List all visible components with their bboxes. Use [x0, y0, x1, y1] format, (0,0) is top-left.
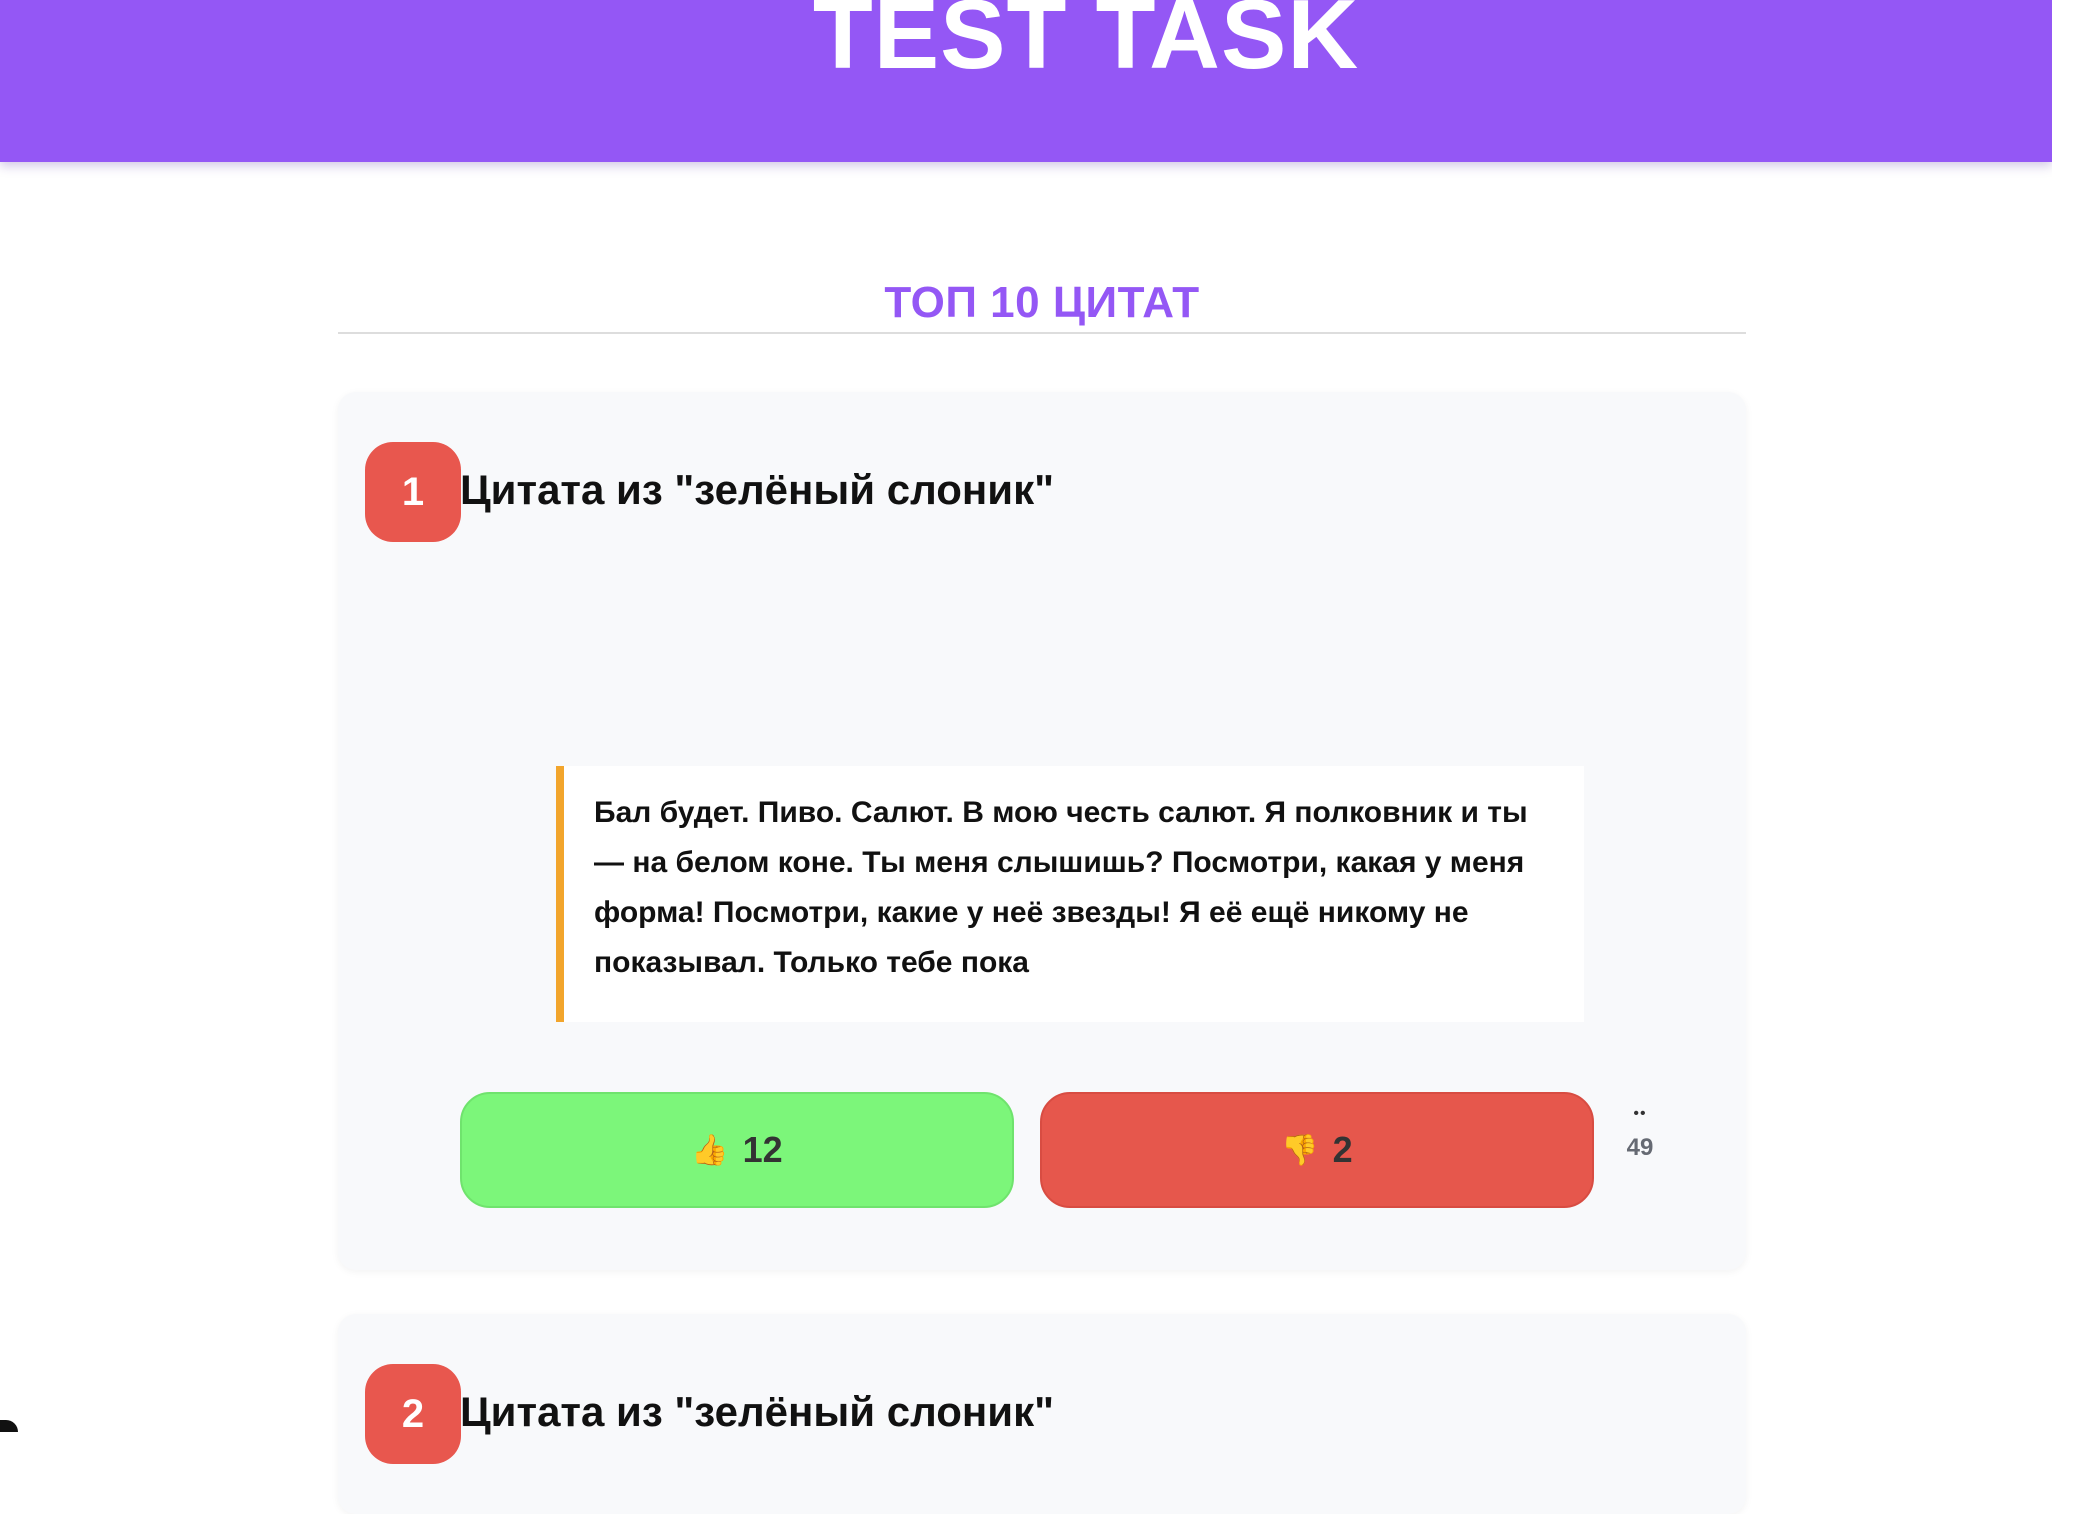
- like-button[interactable]: 👍 12: [460, 1092, 1014, 1208]
- section-title: ТОП 10 ЦИТАТ: [884, 278, 1200, 327]
- dislike-button[interactable]: 👎 2: [1040, 1092, 1594, 1208]
- section-divider: [338, 332, 1746, 334]
- rank-badge: 1: [365, 442, 461, 542]
- rank-badge: 2: [365, 1364, 461, 1464]
- quote-text: Бал будет. Пиво. Салют. В мою честь салю…: [594, 796, 1528, 979]
- thumbs-up-icon: 👍: [691, 1133, 729, 1167]
- dislike-count: 2: [1332, 1129, 1353, 1170]
- eyes-icon: ••: [1633, 1105, 1647, 1122]
- quote-title: Цитата из "зелёный слоник": [460, 1388, 1055, 1435]
- quote-title: Цитата из "зелёный слоник": [460, 466, 1055, 513]
- views-counter: •• 49: [1620, 1104, 1660, 1162]
- page-edge: [2052, 0, 2084, 1432]
- thumbs-down-icon: 👎: [1281, 1133, 1319, 1167]
- views-count: 49: [1626, 1134, 1654, 1161]
- quote-card: 2 Цитата из "зелёный слоник": [338, 1314, 1746, 1514]
- quote-card: 1 Цитата из "зелёный слоник" Бал будет. …: [338, 392, 1746, 1270]
- like-count: 12: [742, 1129, 783, 1170]
- app-header: TEST TASK: [0, 0, 2052, 162]
- app-title: TEST TASK: [812, 0, 1360, 89]
- window-corner: [0, 1420, 18, 1432]
- quote-block: Бал будет. Пиво. Салют. В мою честь салю…: [556, 766, 1584, 1022]
